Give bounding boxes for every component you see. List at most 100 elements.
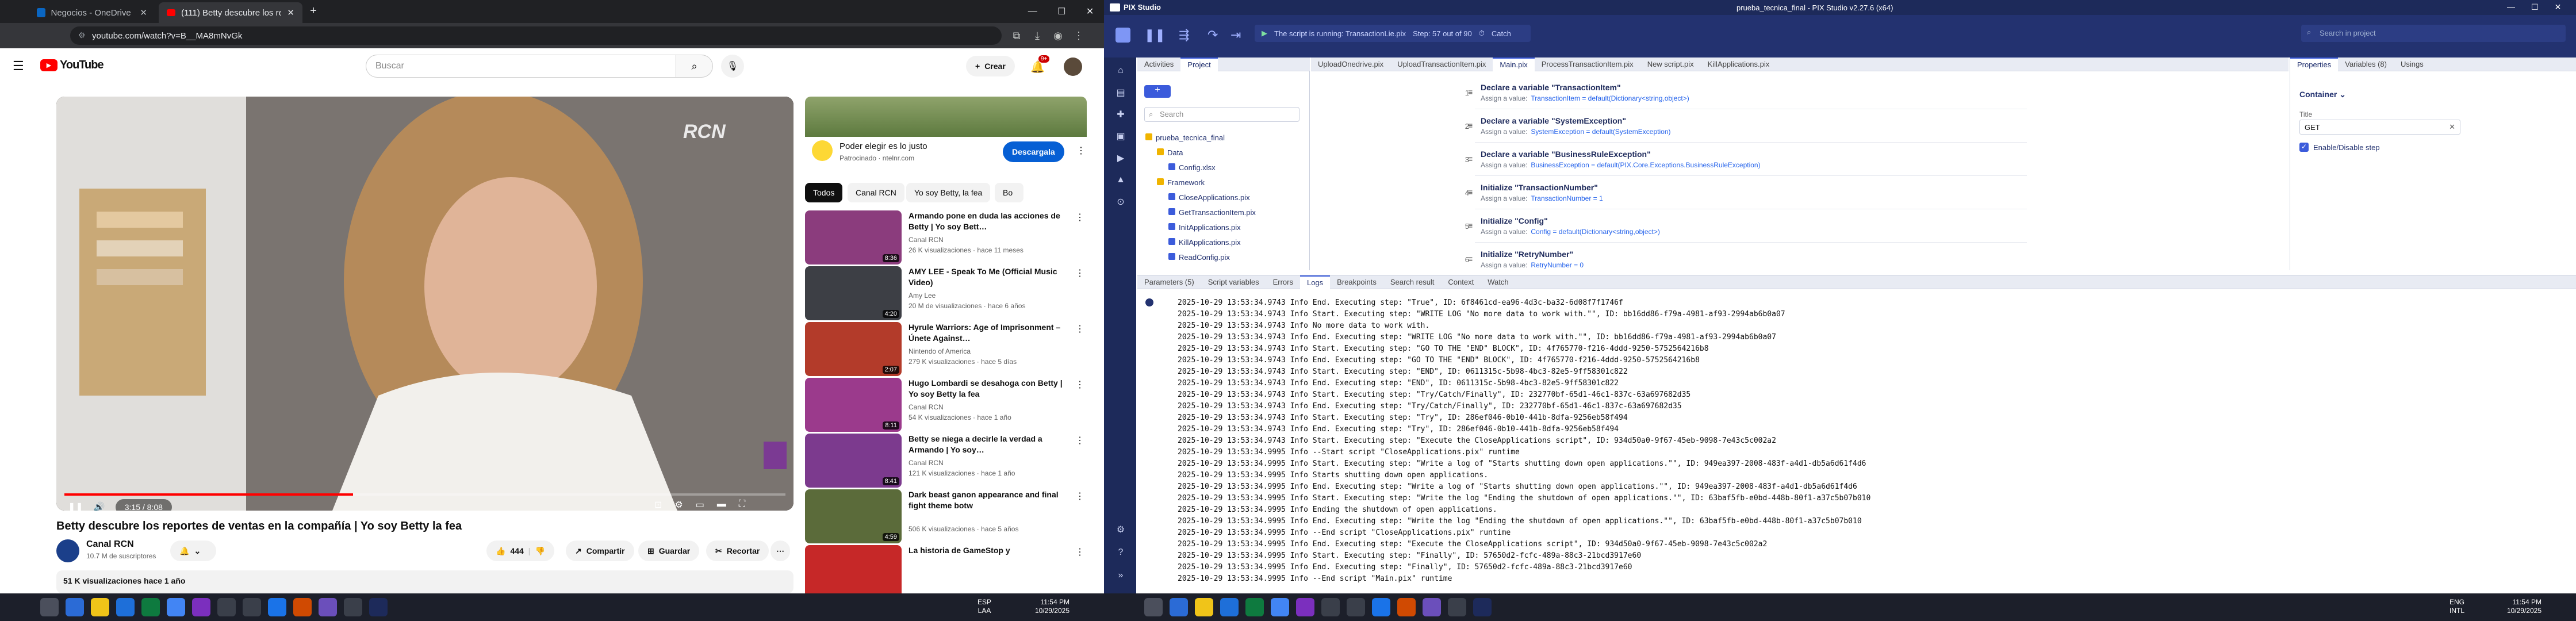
tab-usings[interactable]: Usings [2394, 57, 2431, 71]
settings-icon[interactable]: ⚙ [674, 499, 683, 511]
subtitles-icon[interactable]: ⊡ [654, 499, 662, 511]
add-button[interactable]: + [1144, 85, 1171, 98]
recommendation-item[interactable]: 8:41 Betty se niega a decirle la verdad a… [805, 434, 1087, 488]
ad-cta-button[interactable]: Descargala [1003, 141, 1064, 162]
title-input[interactable]: GET ✕ [2299, 120, 2460, 135]
tree-node[interactable]: GetTransactionItem.pix [1168, 208, 1256, 217]
steam-alt-icon[interactable] [243, 598, 261, 616]
chip-more[interactable]: Bo [995, 183, 1023, 202]
save-icon[interactable]: ▣ [1114, 130, 1127, 143]
steam-icon[interactable] [217, 598, 236, 616]
doc-tab[interactable]: Main.pix [1493, 57, 1535, 71]
tab-properties[interactable]: Properties [2290, 57, 2339, 71]
chrome-alt-icon[interactable] [344, 598, 362, 616]
close-window-icon[interactable]: ✕ [1086, 6, 1094, 17]
stop-icon[interactable] [1116, 28, 1130, 43]
new-tab-button[interactable]: + [306, 5, 321, 20]
theater-icon[interactable]: ▬ [717, 499, 726, 511]
video-thumbnail[interactable]: 8:41 [805, 434, 902, 488]
chip-canal-rcn[interactable]: Canal RCN [848, 183, 904, 202]
recommendation-item[interactable]: 4:20 AMY LEE - Speak To Me (Official Musi… [805, 266, 1087, 320]
enable-step-checkbox[interactable]: ✓ Enable/Disable step [2299, 143, 2380, 152]
recommendation-item[interactable]: La historia de GameStop y ⋮ [805, 545, 1087, 599]
steam-alt-icon[interactable] [1347, 598, 1365, 616]
more-icon[interactable]: ⋮ [1075, 323, 1084, 335]
tree-node[interactable]: InitApplications.pix [1168, 223, 1241, 232]
pause-icon[interactable]: ❚❚ [1144, 28, 1166, 43]
drag-handle-icon[interactable]: ≡ [1468, 154, 1473, 163]
maximize-icon[interactable]: ☐ [1057, 6, 1065, 17]
save-button[interactable]: ⊞ Guardar [638, 540, 700, 561]
activity-block[interactable]: 1 ≡ Declare a variable "TransactionItem" As… [1465, 76, 2027, 109]
video-thumbnail[interactable]: 4:20 [805, 266, 902, 320]
drag-handle-icon[interactable]: ≡ [1468, 221, 1473, 230]
bottom-tab[interactable]: Logs [1300, 275, 1331, 289]
close-icon[interactable]: ✕ [140, 7, 147, 18]
expand-icon[interactable]: » [1114, 569, 1127, 582]
new-file-icon[interactable]: ✚ [1114, 108, 1127, 121]
voice-search-button[interactable]: 🎙 [721, 55, 744, 78]
activity-block[interactable]: 4 ≡ Initialize "TransactionNumber" Assign a… [1465, 176, 2027, 209]
drag-handle-icon[interactable]: ≡ [1468, 187, 1473, 197]
start-icon[interactable] [1144, 598, 1163, 616]
record-icon[interactable]: ⊙ [1114, 195, 1127, 208]
pix-icon[interactable] [1473, 598, 1492, 616]
thumbs-down-icon[interactable]: 👎 [535, 546, 545, 556]
share-button[interactable]: ↗ Compartir [566, 540, 634, 561]
tree-node[interactable]: Framework [1157, 178, 1205, 187]
tab-onedrive[interactable]: Negocios - OneDrive ✕ [29, 2, 155, 23]
explorer-icon[interactable] [91, 598, 109, 616]
video-thumbnail[interactable]: 8:11 [805, 378, 902, 432]
step-out-icon[interactable]: ⇥ [1230, 28, 1241, 43]
tab-project[interactable]: Project [1180, 57, 1218, 71]
fullscreen-icon[interactable]: ⛶ [739, 499, 745, 511]
step-over-icon[interactable]: ↷ [1208, 28, 1218, 43]
chrome-icon[interactable] [1271, 598, 1289, 616]
ad-more-icon[interactable]: ⋮ [1076, 145, 1086, 156]
hamburger-icon[interactable]: ☰ [13, 59, 24, 74]
menu-icon[interactable]: ⋮ [1072, 29, 1086, 43]
steam-icon[interactable] [1321, 598, 1340, 616]
home-icon[interactable]: ⌂ [1114, 64, 1127, 77]
description-box[interactable]: 51 K visualizaciones hace 1 año [56, 570, 793, 593]
tree-node[interactable]: Data [1157, 148, 1183, 157]
search-input[interactable]: Buscar [366, 55, 676, 78]
tree-node[interactable]: Config.xlsx [1168, 163, 1216, 172]
pause-icon[interactable]: ❚❚ [68, 501, 83, 511]
vscode-icon[interactable] [1220, 598, 1239, 616]
drag-handle-icon[interactable]: ≡ [1468, 121, 1473, 130]
clock[interactable]: 11:54 PM 10/29/2025 [2496, 598, 2542, 615]
more-icon[interactable]: ⋮ [1075, 490, 1084, 502]
youtube-logo[interactable]: ▶ YouTube [40, 59, 104, 72]
doc-tab[interactable]: UploadTransactionItem.pix [1390, 57, 1493, 71]
search-button[interactable]: ⌕ [676, 55, 713, 78]
settings-icon[interactable]: ⚙ [1114, 523, 1127, 536]
video-thumbnail[interactable]: 4:59 [805, 489, 902, 543]
maximize-icon[interactable]: ☐ [2531, 2, 2539, 12]
chrome-icon[interactable] [167, 598, 185, 616]
address-bar[interactable]: ⚙ youtube.com/watch?v=B__MA8mNvGk [70, 26, 1002, 45]
doc-tab[interactable]: UploadOnedrive.pix [1311, 57, 1390, 71]
chip-betty[interactable]: Yo soy Betty, la fea [906, 183, 991, 202]
activity-block[interactable]: 5 ≡ Initialize "Config" Assign a value: Conf… [1465, 209, 2027, 243]
firefox-icon[interactable] [1397, 598, 1416, 616]
more-icon[interactable]: ⋮ [1075, 546, 1084, 558]
start-icon[interactable] [40, 598, 59, 616]
bottom-tab[interactable]: Watch [1481, 275, 1515, 289]
create-button[interactable]: + Crear [966, 56, 1015, 76]
chrome-alt-icon[interactable] [1448, 598, 1466, 616]
profile-icon[interactable]: ◉ [1051, 29, 1065, 43]
bottom-tab[interactable]: Context [1441, 275, 1481, 289]
recommendation-item[interactable]: 2:07 Hyrule Warriors: Age of Imprisonment… [805, 322, 1087, 376]
calendar-icon[interactable] [1372, 598, 1390, 616]
tab-activities[interactable]: Activities [1137, 57, 1180, 71]
more-icon[interactable]: ⋮ [1075, 212, 1084, 223]
channel-avatar[interactable] [56, 539, 79, 562]
recommendation-item[interactable]: 8:11 Hugo Lombardi se desahoga con Betty … [805, 378, 1087, 432]
site-info-icon[interactable]: ⚙ [78, 30, 86, 40]
more-icon[interactable]: ⋮ [1075, 267, 1084, 279]
extensions-icon[interactable]: ⧉ [1010, 29, 1023, 43]
vscode-icon[interactable] [116, 598, 135, 616]
teams-icon[interactable] [192, 598, 210, 616]
search-icon[interactable] [1170, 598, 1188, 616]
